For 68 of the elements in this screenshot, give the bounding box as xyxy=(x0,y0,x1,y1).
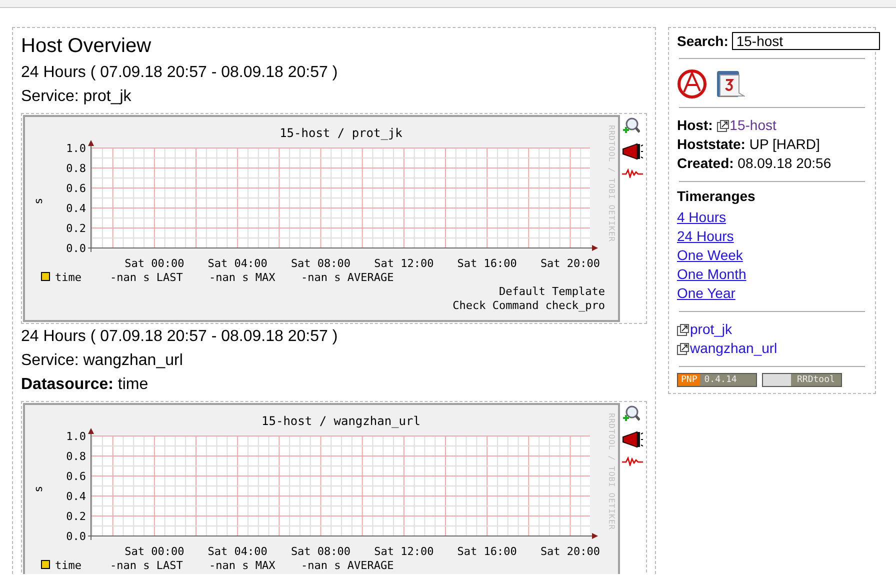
x-tick-label: Sat 16:00 xyxy=(457,545,517,558)
external-link-icon xyxy=(677,342,689,354)
y-tick-label: 1.0 xyxy=(66,142,86,155)
timerange-link[interactable]: One Month xyxy=(677,265,746,284)
magnifier-icon[interactable] xyxy=(622,405,640,423)
external-link-icon xyxy=(677,324,689,336)
x-tick-label: Sat 04:00 xyxy=(208,257,268,270)
service-link[interactable]: prot_jk xyxy=(690,320,732,339)
timeranges-heading: Timeranges xyxy=(677,188,756,204)
legend-stat: -nan s AVERAGE xyxy=(301,559,394,572)
y-tick-label: 1.0 xyxy=(66,430,86,443)
legend-label: time xyxy=(55,559,82,572)
y-axis-label: s xyxy=(32,198,45,204)
y-tick-label: 0.4 xyxy=(66,202,86,215)
timerange-text: 24 Hours ( 07.09.18 20:57 - 08.09.18 20:57 ) xyxy=(21,63,339,83)
graph-footer-text: Check Command check_pro xyxy=(452,299,605,312)
y-tick-label: 0.4 xyxy=(66,490,86,503)
y-axis-label: s xyxy=(32,486,45,492)
graph-title: 15-host / wangzhan_url xyxy=(262,414,420,428)
magnifier-icon[interactable] xyxy=(622,117,640,135)
y-tick-label: 0.2 xyxy=(66,510,86,523)
timerange-link[interactable]: One Week xyxy=(677,246,743,265)
service-text: Service: wangzhan_url xyxy=(21,351,184,371)
pulse-line-icon[interactable] xyxy=(622,456,643,466)
timerange-link[interactable]: 24 Hours xyxy=(677,227,734,246)
search-label: Search: xyxy=(677,33,728,49)
legend-stat: -nan s MAX xyxy=(209,271,276,284)
x-tick-label: Sat 08:00 xyxy=(290,257,351,270)
timerange-link[interactable]: 4 Hours xyxy=(677,208,726,227)
legend-stat: -nan s AVERAGE xyxy=(301,271,394,284)
x-tick-label: Sat 08:00 xyxy=(290,545,351,558)
y-tick-label: 0.8 xyxy=(66,162,86,175)
legend-stat: -nan s MAX xyxy=(209,559,276,572)
x-tick-label: Sat 12:00 xyxy=(374,257,434,270)
timerange-text: 24 Hours ( 07.09.18 20:57 - 08.09.18 20:57 ) xyxy=(21,327,339,347)
legend-label: time xyxy=(55,271,82,284)
hoststate-text: Hoststate: UP [HARD] xyxy=(677,135,821,154)
host-label: Host: xyxy=(677,116,714,135)
y-tick-label: 0.6 xyxy=(66,470,86,483)
y-tick-label: 0.8 xyxy=(66,450,86,463)
page-title: Host Overview xyxy=(21,35,152,57)
legend-stat: -nan s LAST xyxy=(110,559,183,572)
megaphone-icon[interactable] xyxy=(622,143,643,160)
y-tick-label: 0.6 xyxy=(66,182,86,195)
y-tick-label: 0.2 xyxy=(66,222,86,235)
x-tick-label: Sat 20:00 xyxy=(540,257,600,270)
x-tick-label: Sat 12:00 xyxy=(374,545,434,558)
x-tick-label: Sat 20:00 xyxy=(540,545,600,558)
external-link-icon xyxy=(716,120,729,132)
megaphone-icon[interactable] xyxy=(622,431,643,448)
legend-stat: -nan s LAST xyxy=(110,271,183,284)
graph-title: 15-host / prot_jk xyxy=(280,126,402,140)
y-tick-label: 0.0 xyxy=(66,242,86,255)
timerange-link[interactable]: One Year xyxy=(677,284,736,303)
x-tick-label: Sat 04:00 xyxy=(208,545,268,558)
pdf-icon[interactable] xyxy=(677,67,709,99)
y-tick-label: 0.0 xyxy=(66,530,86,543)
graph-footer-text: Default Template xyxy=(499,285,605,298)
host-link[interactable]: 15-host xyxy=(730,116,776,135)
search-field[interactable]: 15-host xyxy=(732,32,880,50)
datasource-text: Datasource: time xyxy=(21,375,150,395)
x-tick-label: Sat 00:00 xyxy=(124,257,184,270)
pulse-line-icon[interactable] xyxy=(622,168,643,178)
x-tick-label: Sat 00:00 xyxy=(124,545,184,558)
service-link[interactable]: wangzhan_url xyxy=(690,339,778,358)
created-text: Created: 08.09.18 20:56 xyxy=(677,154,832,173)
x-tick-label: Sat 16:00 xyxy=(457,257,517,270)
service-text: Service: prot_jk xyxy=(21,87,132,107)
